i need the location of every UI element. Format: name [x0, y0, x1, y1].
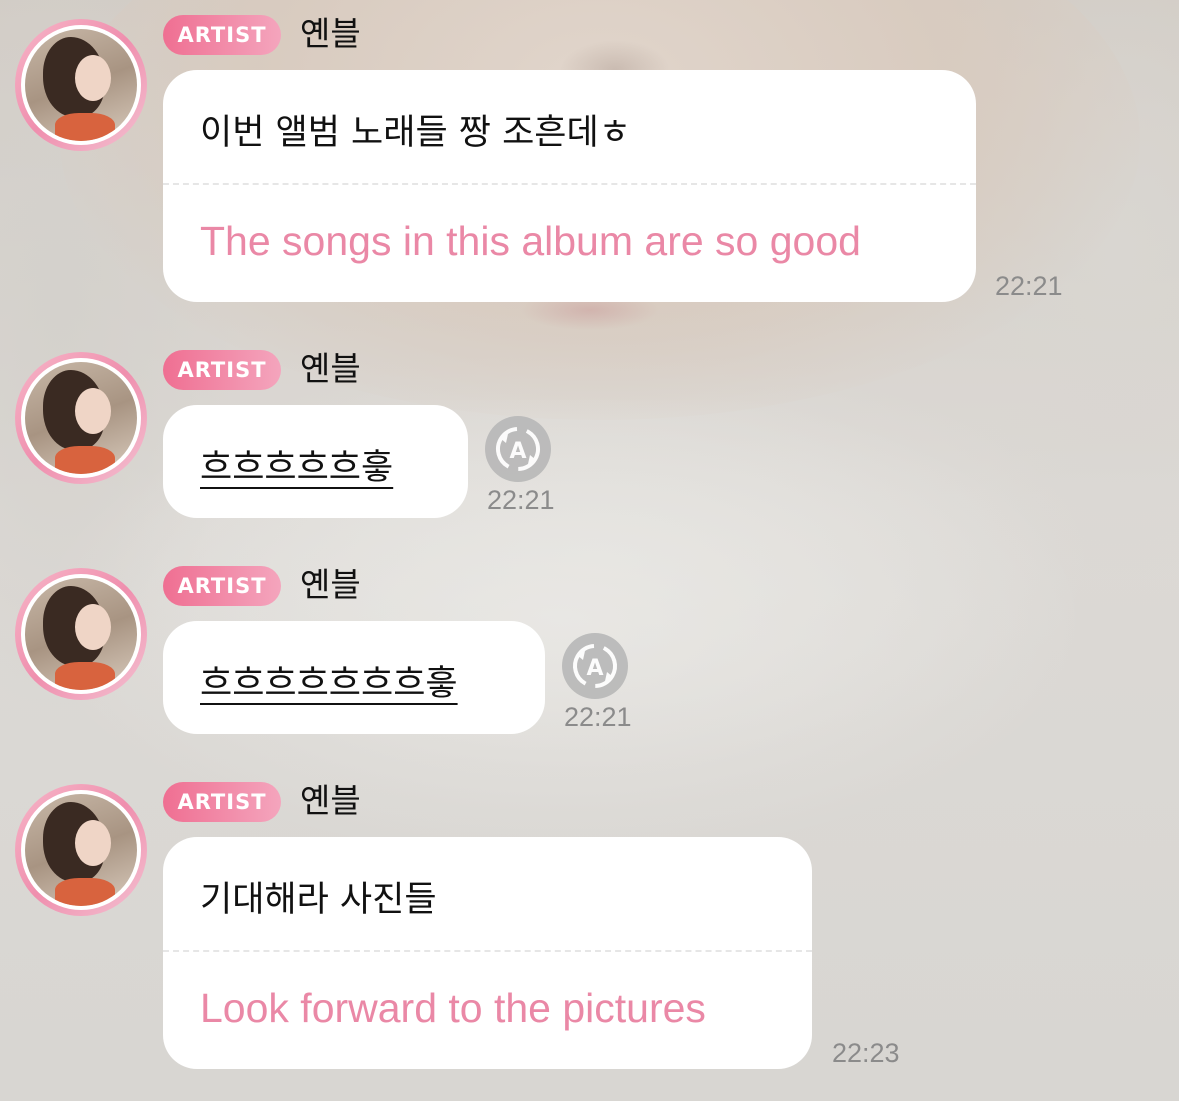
sender-name: 옌블 — [300, 349, 361, 388]
message-text: 기대해라 사진들 — [200, 880, 437, 920]
message-text: 이번 앨범 노래들 짱 조흔데ㅎ — [200, 113, 631, 153]
artist-badge: ARTIST — [163, 782, 281, 822]
message-time: 22:21 — [487, 485, 555, 515]
message-text: 흐흐흐흐흐흐흐흫 — [200, 664, 458, 704]
translate-icon[interactable]: A — [485, 416, 551, 482]
artist-avatar[interactable] — [15, 568, 147, 700]
artist-avatar[interactable] — [15, 352, 147, 484]
svg-text:A: A — [586, 656, 603, 681]
message-bubble[interactable]: 흐흐흐흐흐흐흐흫 — [163, 621, 545, 734]
translation-text: The songs in this album are so good — [200, 218, 861, 264]
sender-name: 옌블 — [300, 14, 361, 53]
translation-divider — [163, 183, 976, 185]
message-bubble[interactable]: 이번 앨범 노래들 짱 조흔데ㅎ The songs in this album… — [163, 70, 976, 302]
message-time: 22:21 — [995, 271, 1063, 301]
artist-badge: ARTIST — [163, 350, 281, 390]
translate-icon[interactable]: A — [562, 633, 628, 699]
message-time: 22:23 — [832, 1038, 900, 1068]
svg-text:A: A — [509, 439, 526, 464]
artist-badge: ARTIST — [163, 566, 281, 606]
message-bubble[interactable]: 기대해라 사진들 Look forward to the pictures — [163, 837, 812, 1069]
sender-name: 옌블 — [300, 781, 361, 820]
artist-avatar[interactable] — [15, 784, 147, 916]
message-bubble[interactable]: 흐흐흐흐흐흫 — [163, 405, 468, 518]
translation-text: Look forward to the pictures — [200, 985, 706, 1031]
sender-name: 옌블 — [300, 565, 361, 604]
translation-divider — [163, 950, 812, 952]
message-text: 흐흐흐흐흐흫 — [200, 448, 394, 488]
message-time: 22:21 — [564, 702, 632, 732]
artist-avatar[interactable] — [15, 19, 147, 151]
artist-badge: ARTIST — [163, 15, 281, 55]
